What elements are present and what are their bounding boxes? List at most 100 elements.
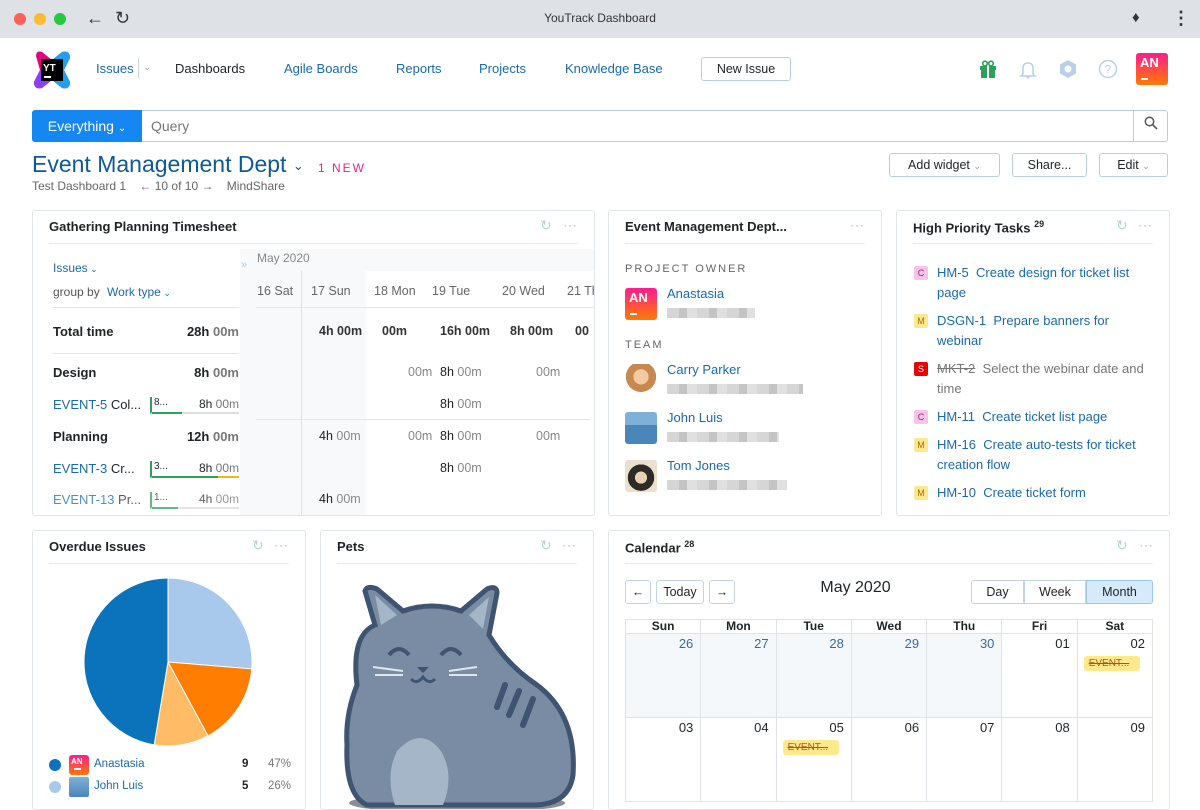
search-icon <box>1144 116 1158 130</box>
task-item[interactable]: C HM-5 Create design for ticket list page <box>913 263 1157 303</box>
member-name[interactable]: John Luis <box>667 410 723 425</box>
issues-dropdown-chevron-icon[interactable]: ⌄ <box>143 62 151 73</box>
refresh-icon[interactable]: ↻ <box>540 217 552 234</box>
user-avatar[interactable]: AN <box>1136 53 1168 85</box>
calendar-day-cell[interactable]: 03 <box>624 717 702 802</box>
notifications-bell-icon[interactable] <box>1018 59 1038 79</box>
refresh-icon[interactable]: ↻ <box>252 537 264 554</box>
dashboard-chevron-down-icon[interactable]: ⌄ <box>293 158 304 173</box>
settings-hexagon-icon[interactable] <box>1058 59 1078 79</box>
nav-knowledge-base[interactable]: Knowledge Base <box>565 61 663 76</box>
issue-progress-bar: 3... 8h 00m <box>150 461 239 478</box>
view-month-button[interactable]: Month <box>1086 580 1153 604</box>
task-id[interactable]: MKT-2 <box>937 361 975 376</box>
new-issue-button[interactable]: New Issue <box>701 57 791 81</box>
task-item[interactable]: M HM-16 Create auto-tests for ticket crea… <box>913 435 1157 475</box>
share-button[interactable]: Share... <box>1012 153 1087 177</box>
refresh-icon[interactable]: ↻ <box>540 537 552 554</box>
more-icon[interactable]: ⋯ <box>850 217 864 234</box>
extensions-puzzle-icon[interactable]: ♦ <box>1132 8 1140 28</box>
nav-projects[interactable]: Projects <box>479 61 526 76</box>
issues-filter-dropdown[interactable]: Issues ⌄ <box>53 261 98 275</box>
calendar-day-cell[interactable]: 07 <box>926 717 1003 802</box>
divider <box>256 307 594 308</box>
nav-reports[interactable]: Reports <box>396 61 442 76</box>
more-menu-icon[interactable]: ⋮ <box>1172 8 1190 28</box>
task-summary[interactable]: Create ticket form <box>983 485 1086 500</box>
help-icon[interactable]: ? <box>1098 59 1118 79</box>
divider <box>625 243 865 244</box>
more-icon[interactable]: ⋯ <box>274 537 288 554</box>
task-id[interactable]: HM-10 <box>937 485 976 500</box>
edit-button[interactable]: Edit ⌄ <box>1099 153 1168 177</box>
add-widget-button[interactable]: Add widget ⌄ <box>889 153 1000 177</box>
task-item[interactable]: C HM-11 Create ticket list page <box>913 407 1157 427</box>
member-name[interactable]: Tom Jones <box>667 458 730 473</box>
search-context-dropdown[interactable]: Everything ⌄ <box>32 110 142 142</box>
view-day-button[interactable]: Day <box>971 580 1024 604</box>
calendar-event[interactable]: EVENT... <box>782 740 839 755</box>
member-avatar <box>625 364 657 396</box>
calendar-event[interactable]: EVENT... <box>1083 656 1140 671</box>
calendar-day-cell[interactable]: 08 <box>1001 717 1078 802</box>
calendar-day-cell[interactable]: 04 <box>700 717 777 802</box>
member-name[interactable]: Carry Parker <box>667 362 741 377</box>
owner-name[interactable]: Anastasia <box>667 286 724 301</box>
calendar-day-cell[interactable]: 28 <box>775 633 852 718</box>
search-input[interactable] <box>143 111 1133 141</box>
member-avatar <box>625 412 657 444</box>
search-context-label: Everything <box>47 118 114 134</box>
task-summary[interactable]: Create ticket list page <box>982 409 1107 424</box>
calendar-day-cell[interactable]: 29 <box>850 633 928 718</box>
new-badge[interactable]: 1 NEW <box>318 161 366 175</box>
calendar-day-cell[interactable]: 09 <box>1076 717 1154 802</box>
more-icon[interactable]: ⋯ <box>563 217 577 234</box>
task-item[interactable]: M HM-10 Create ticket form <box>913 483 1157 503</box>
expand-chevrons-icon[interactable]: » <box>241 259 247 271</box>
dashboard-pager[interactable]: ← 10 of 10 → <box>139 179 213 193</box>
legend-item[interactable]: John Luis 5 26% <box>49 777 291 797</box>
task-id[interactable]: HM-5 <box>937 265 969 280</box>
issue-hours: 4h <box>198 492 213 506</box>
task-id[interactable]: HM-16 <box>937 437 976 452</box>
more-icon[interactable]: ⋯ <box>1138 217 1152 234</box>
calendar-day-cell[interactable]: 05 EVENT... <box>775 717 852 802</box>
dashboard-title[interactable]: Event Management Dept ⌄ <box>32 151 304 178</box>
gift-icon[interactable] <box>978 59 998 79</box>
pie-slice[interactable] <box>167 577 253 670</box>
search-button[interactable] <box>1133 111 1167 141</box>
calendar-day-cell[interactable]: 27 <box>700 633 777 718</box>
calendar-day-cell[interactable]: 01 <box>1001 633 1078 718</box>
legend-label[interactable]: Anastasia <box>94 758 145 770</box>
priority-badge: M <box>914 314 928 328</box>
task-id[interactable]: HM-11 <box>937 409 975 424</box>
issue-link[interactable]: EVENT-13 <box>53 492 114 507</box>
calendar-day-cell[interactable]: 02 EVENT... <box>1076 633 1154 718</box>
nav-dashboards[interactable]: Dashboards <box>175 61 245 76</box>
day-header: 17 Sun <box>311 284 351 298</box>
nav-issues[interactable]: Issues <box>96 61 134 76</box>
calendar-day-cell[interactable]: 30 <box>926 633 1003 718</box>
refresh-icon[interactable]: ↻ <box>1116 217 1128 234</box>
task-id[interactable]: DSGN-1 <box>937 313 986 328</box>
pie-slice[interactable] <box>83 577 169 746</box>
more-icon[interactable]: ⋯ <box>1139 537 1153 554</box>
task-item[interactable]: M DSGN-1 Prepare banners for webinar <box>913 311 1157 351</box>
refresh-icon[interactable]: ↻ <box>1116 537 1128 554</box>
group-by-dropdown[interactable]: Work type ⌄ <box>107 285 171 299</box>
widget-title: Calendar 28 <box>625 539 694 555</box>
priority-badge: C <box>914 266 928 280</box>
view-week-button[interactable]: Week <box>1024 580 1086 604</box>
legend-percent: 47% <box>267 758 291 770</box>
legend-label[interactable]: John Luis <box>94 780 143 792</box>
issue-link[interactable]: EVENT-5 <box>53 397 107 412</box>
youtrack-logo[interactable]: YT <box>32 50 72 90</box>
calendar-day-cell[interactable]: 06 <box>850 717 928 802</box>
task-item[interactable]: S MKT-2 Select the webinar date and time <box>913 359 1157 399</box>
calendar-day-cell[interactable]: 26 <box>624 633 702 718</box>
divider <box>625 563 1153 564</box>
issue-link[interactable]: EVENT-3 <box>53 461 107 476</box>
legend-item[interactable]: AN Anastasia 9 47% <box>49 755 291 775</box>
more-icon[interactable]: ⋯ <box>562 537 576 554</box>
nav-agile-boards[interactable]: Agile Boards <box>284 61 358 76</box>
